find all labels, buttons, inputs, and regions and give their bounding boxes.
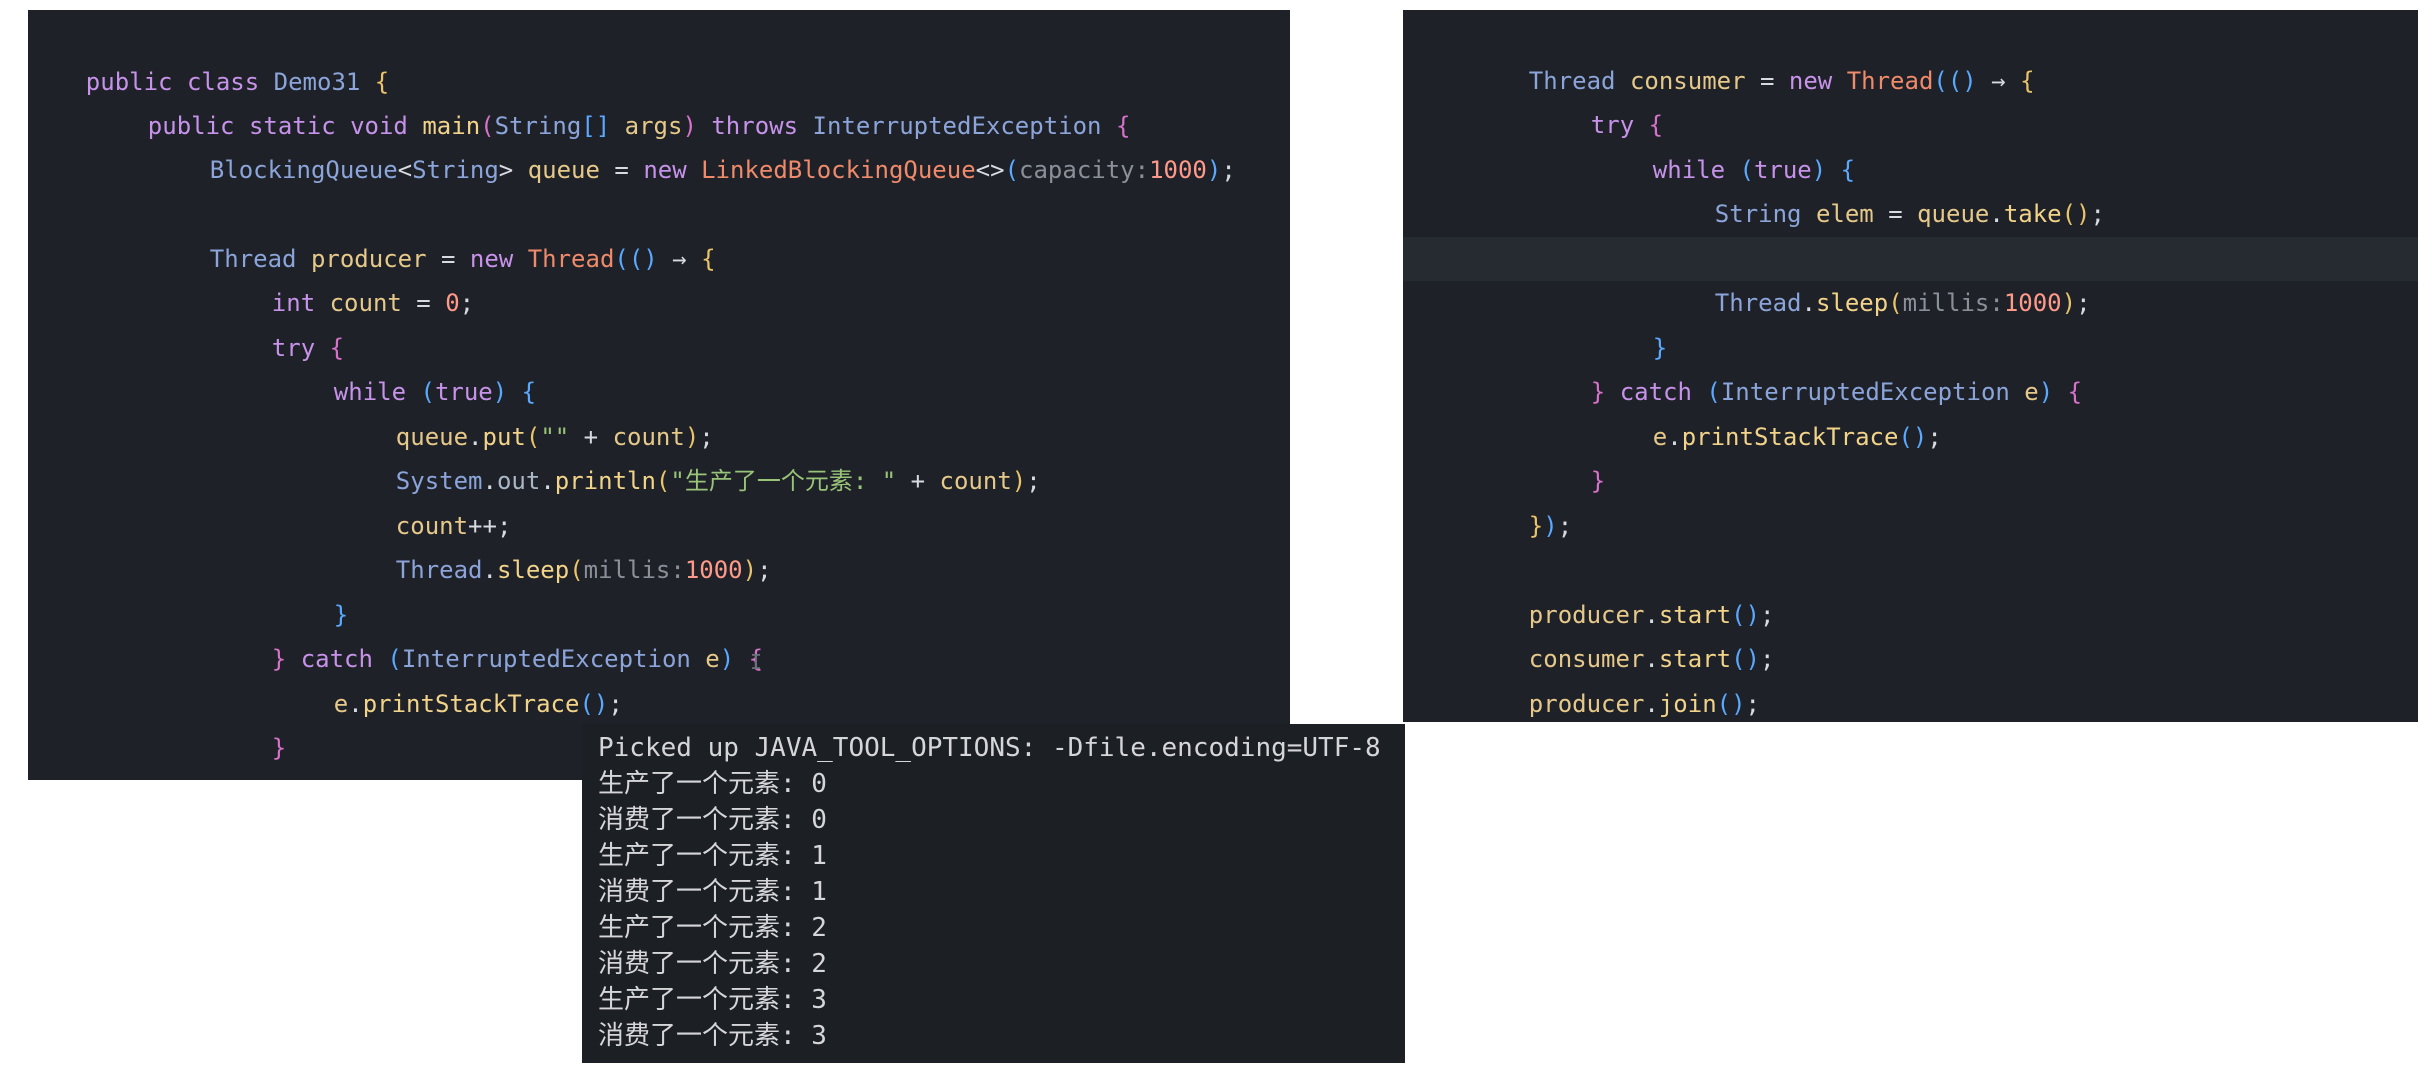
code-line: public class Demo31 { [28, 16, 1290, 96]
code-token: < [397, 156, 413, 184]
code-line: Thread producer = new Thread(() → { [152, 193, 1290, 273]
code-line: try { [1533, 59, 2418, 139]
code-token: ; [1557, 512, 1573, 540]
code-line: } catch (InterruptedException e) { [214, 593, 1290, 673]
code-line: } [276, 549, 1290, 629]
code-line: }); [1471, 460, 2418, 540]
run-console-output[interactable]: Picked up JAVA_TOOL_OPTIONS: -Dfile.enco… [582, 724, 1405, 1063]
code-line: while (true) { [1595, 104, 2418, 184]
code-line: Thread.sleep(millis:1000); [338, 504, 1290, 584]
code-line: } [1533, 415, 2418, 495]
code-line: } catch (InterruptedException e) { [1533, 326, 2418, 406]
code-token: ( [1004, 156, 1020, 184]
code-token: } [1528, 512, 1544, 540]
code-token: ) [1206, 156, 1222, 184]
code-token: LinkedBlockingQueue [701, 156, 976, 184]
console-line: 生产了一个元素: 1 [598, 841, 827, 871]
code-token: queue [527, 156, 600, 184]
code-token: } [210, 779, 224, 780]
code-line: producer.join(); [1471, 638, 2418, 718]
code-line: consumer.start(); [1471, 593, 2418, 673]
code-line: producer.start(); [1471, 549, 2418, 629]
code-line: System.out.println("消费了一个元素: " + elem); [1657, 193, 2418, 273]
console-line: Picked up JAVA_TOOL_OPTIONS: -Dfile.enco… [598, 733, 1381, 763]
code-line: } [1595, 282, 2418, 362]
code-token: BlockingQueue [209, 156, 398, 184]
code-token: > [498, 156, 528, 184]
code-token: ; [1221, 156, 1236, 184]
code-editor-right[interactable]: Thread consumer = new Thread(() → { try … [1403, 10, 2418, 722]
code-token: new [643, 156, 702, 184]
code-token: ) [224, 779, 238, 780]
code-line: int count = 0; [214, 237, 1290, 317]
code-line: try { [214, 282, 1290, 362]
console-line: 消费了一个元素: 2 [598, 949, 827, 979]
console-line: 消费了一个元素: 0 [598, 805, 827, 835]
console-line: 生产了一个元素: 2 [598, 913, 827, 943]
code-line: String elem = queue.take(); [1657, 148, 2418, 228]
code-token: ; [239, 779, 253, 780]
code-line: count++; [338, 460, 1290, 540]
console-line: 生产了一个元素: 3 [598, 985, 827, 1015]
console-line: 生产了一个元素: 0 [598, 769, 827, 799]
code-line: public static void main(String[] args) t… [90, 60, 1290, 140]
code-line: queue.put("" + count); [338, 371, 1290, 451]
code-line: } [214, 682, 1290, 762]
current-line: Thread.sleep(millis:1000); [1403, 237, 2418, 317]
code-line: e.printStackTrace(); [1595, 371, 2418, 451]
code-line: Thread consumer = new Thread(() → { [1471, 15, 2418, 95]
code-token: <> [975, 156, 1005, 184]
code-line: consumer.join(); [1471, 682, 2418, 722]
code-editor-left[interactable]: public class Demo31 { public static void… [28, 10, 1290, 780]
code-line: e.printStackTrace(); [276, 638, 1290, 718]
text-cursor-icon: I [750, 650, 763, 674]
code-line: System.out.println("生产了一个元素: " + count); [338, 415, 1290, 495]
code-token: = [599, 156, 644, 184]
console-line: 消费了一个元素: 1 [598, 877, 827, 907]
code-line: while (true) { [276, 326, 1290, 406]
code-token: String [412, 156, 499, 184]
code-token: ) [1543, 512, 1558, 540]
code-line: BlockingQueue<String> queue = new Linked… [152, 104, 1290, 184]
console-line: 消费了一个元素: 3 [598, 1021, 827, 1051]
code-token: capacity: [1019, 156, 1150, 184]
code-token: 1000 [1149, 156, 1207, 184]
